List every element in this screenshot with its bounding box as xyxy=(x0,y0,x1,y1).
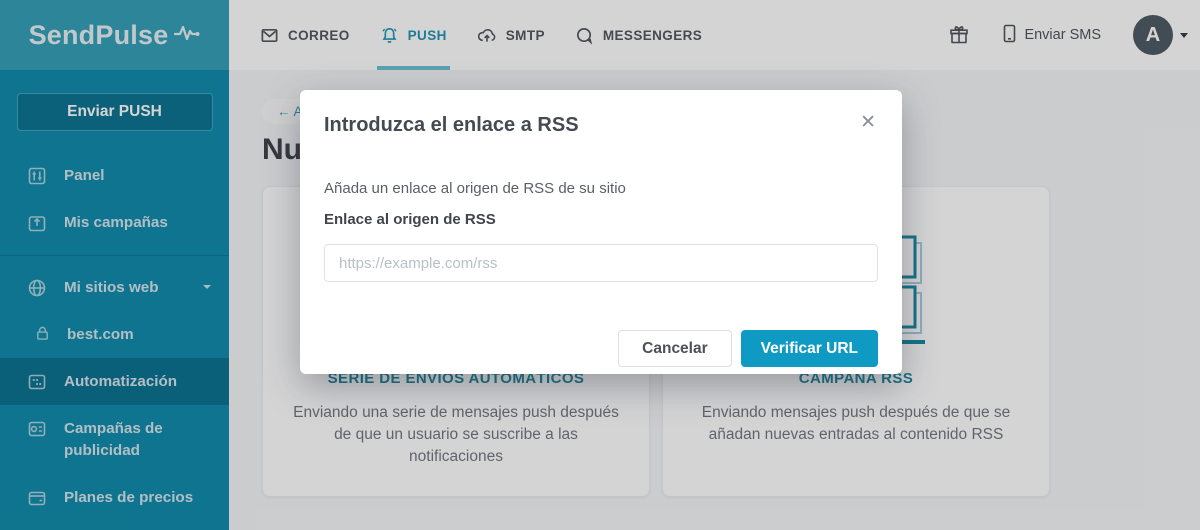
rss-url-input[interactable] xyxy=(324,244,878,282)
close-icon[interactable]: ✕ xyxy=(858,113,878,133)
app-window: SendPulse CORREO PUSH xyxy=(0,0,1200,530)
modal-header: Introduzca el enlace a RSS ✕ xyxy=(300,90,902,137)
rss-field-label: Enlace al origen de RSS xyxy=(324,209,878,230)
cancel-button[interactable]: Cancelar xyxy=(618,330,731,367)
verify-url-button[interactable]: Verificar URL xyxy=(741,330,878,367)
modal-description: Añada un enlace al origen de RSS de su s… xyxy=(324,178,878,199)
modal-title: Introduzca el enlace a RSS xyxy=(324,113,579,137)
rss-link-modal: Introduzca el enlace a RSS ✕ Añada un en… xyxy=(300,90,902,374)
modal-footer: Cancelar Verificar URL xyxy=(324,330,878,367)
